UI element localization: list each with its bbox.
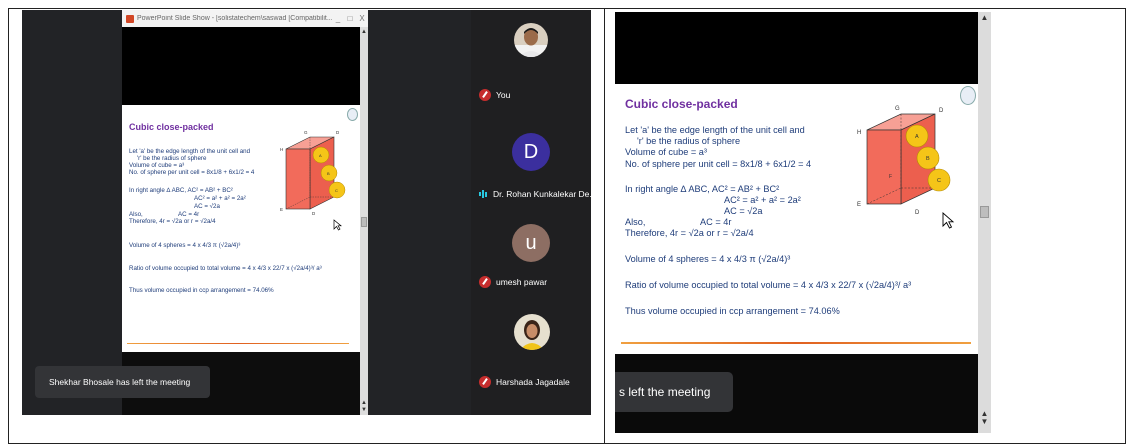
scroll-down-arrow[interactable]: ▼ xyxy=(360,407,368,413)
participant-name: Harshada Jagadale xyxy=(496,377,570,387)
participant-photo-icon xyxy=(514,23,548,57)
slide-title: Cubic close-packed xyxy=(129,122,214,132)
slide-line: Let 'a' be the edge length of the unit c… xyxy=(625,125,805,135)
speaking-indicator-icon xyxy=(479,189,489,199)
scroll-up-arrow[interactable]: ▲ xyxy=(978,410,991,418)
avatar: D xyxy=(512,133,550,171)
svg-text:D: D xyxy=(915,210,920,216)
slide-line: Ratio of volume occupied to total volume… xyxy=(625,280,912,290)
slide-line: Therefore, 4r = √2a or r = √2a/4 xyxy=(129,218,216,225)
notification-text: s left the meeting xyxy=(619,385,711,399)
svg-text:G: G xyxy=(895,106,900,112)
scroll-thumb[interactable] xyxy=(980,206,989,218)
scroll-down-arrow[interactable]: ▼ xyxy=(978,418,991,426)
participants-panel: You D Dr. Rohan Kunkalekar De... u umesh… xyxy=(471,10,591,415)
scroll-up-arrow[interactable]: ▲ xyxy=(360,29,368,35)
minimize-button[interactable]: _ xyxy=(332,14,344,23)
slide-line: Thus volume occupied in ccp arrangement … xyxy=(129,287,274,294)
ccp-cube-diagram: G H D E D A B C xyxy=(280,130,346,216)
window-title: PowerPoint Slide Show - [solistatechem\s… xyxy=(137,15,332,22)
svg-text:D: D xyxy=(939,108,944,114)
slide-line: AC² = a² + a² = 2a² xyxy=(724,195,801,205)
close-button[interactable]: X xyxy=(356,14,368,23)
slide-footer-bar xyxy=(127,343,349,344)
slide-content: Cubic close-packed Let 'a' be the edge l… xyxy=(122,105,360,352)
svg-text:A: A xyxy=(915,134,919,140)
svg-text:A: A xyxy=(319,153,322,158)
svg-text:G: G xyxy=(304,130,308,135)
avatar xyxy=(514,23,548,57)
vertical-scrollbar[interactable]: ▲ ▲ ▼ xyxy=(360,27,368,415)
slide-line: AC² = a² + a² = 2a² xyxy=(194,195,246,202)
right-meeting-notification: s left the meeting xyxy=(615,372,733,412)
participant-photo-icon xyxy=(514,314,550,350)
slide-footer-bar xyxy=(621,342,971,344)
slide-line: In right angle ∆ ABC, AC² = AB² + BC² xyxy=(625,184,780,194)
slide-line: AC = √2a xyxy=(724,206,763,216)
vertical-scrollbar[interactable]: ▲ ▲ ▼ xyxy=(978,12,991,433)
powerpoint-slideshow-window[interactable]: PowerPoint Slide Show - [solistatechem\s… xyxy=(122,10,368,415)
ccp-cube-diagram: G H D F E D A B C xyxy=(857,106,951,216)
slide-title: Cubic close-packed xyxy=(625,97,738,111)
mic-muted-icon xyxy=(479,376,491,388)
slide-line: Ratio of volume occupied to total volume… xyxy=(129,265,322,272)
slide-line: AC = √2a xyxy=(194,203,220,210)
powerpoint-icon xyxy=(126,14,134,23)
svg-text:D: D xyxy=(336,130,340,135)
participant-name: Dr. Rohan Kunkalekar De... xyxy=(493,189,591,199)
left-meeting-screenshot: PowerPoint Slide Show - [solistatechem\s… xyxy=(22,10,591,415)
participant-name: You xyxy=(496,90,511,100)
avatar: u xyxy=(512,224,550,262)
slide-line: Volume of 4 spheres = 4 x 4/3 π (√2a/4)³ xyxy=(625,254,791,264)
participant-name: umesh pawar xyxy=(496,277,548,287)
svg-text:D: D xyxy=(312,211,316,216)
svg-text:E: E xyxy=(857,202,861,208)
scroll-up-arrow[interactable]: ▲ xyxy=(978,14,991,22)
svg-text:B: B xyxy=(926,156,930,162)
participant-row[interactable]: Harshada Jagadale xyxy=(479,376,570,388)
slide-line: 'r' be the radius of sphere xyxy=(637,136,741,146)
mouse-cursor-icon xyxy=(942,212,955,229)
participant-row[interactable]: umesh pawar xyxy=(479,276,547,288)
mic-muted-icon xyxy=(479,276,491,288)
window-titlebar[interactable]: PowerPoint Slide Show - [solistatechem\s… xyxy=(122,10,368,27)
slide-line: No. of sphere per unit cell = 8x1/8 + 6x… xyxy=(129,169,255,176)
avatar xyxy=(514,314,550,350)
participant-row[interactable]: You xyxy=(479,89,510,101)
svg-text:H: H xyxy=(280,147,283,152)
slide-content-zoomed: Cubic close-packed Let 'a' be the edge l… xyxy=(615,84,978,354)
svg-text:E: E xyxy=(280,207,283,212)
slide-line: No. of sphere per unit cell = 8x1/8 + 6x… xyxy=(625,159,812,169)
svg-text:B: B xyxy=(327,171,330,176)
participant-row[interactable]: Dr. Rohan Kunkalekar De... xyxy=(479,189,591,199)
svg-text:C: C xyxy=(335,188,338,193)
mouse-cursor-icon xyxy=(333,219,342,231)
slide-line: Volume of 4 spheres = 4 x 4/3 π (√2a/4)³ xyxy=(129,242,241,249)
slide-line: Therefore, 4r = √2a or r = √2a/4 xyxy=(625,228,754,238)
maximize-button[interactable]: □ xyxy=(344,14,356,23)
left-meeting-notification: Shekhar Bhosale has left the meeting xyxy=(35,366,210,398)
svg-text:H: H xyxy=(857,130,861,136)
slide-line: Also, xyxy=(625,217,646,227)
svg-text:F: F xyxy=(889,174,892,180)
slide-line: Volume of cube = a³ xyxy=(625,147,707,157)
scroll-thumb[interactable] xyxy=(361,217,367,227)
svg-text:C: C xyxy=(937,178,941,184)
scroll-up-arrow[interactable]: ▲ xyxy=(360,400,368,406)
mic-muted-icon xyxy=(479,89,491,101)
right-meeting-screenshot: Cubic close-packed Let 'a' be the edge l… xyxy=(615,12,991,433)
slide-top-margin xyxy=(615,12,978,84)
slide-line: AC = 4r xyxy=(700,217,732,227)
slide-line: Thus volume occupied in ccp arrangement … xyxy=(625,306,840,316)
notification-text: Shekhar Bhosale has left the meeting xyxy=(49,377,191,387)
slide-line: In right angle ∆ ABC, AC² = AB² + BC² xyxy=(129,187,233,194)
institute-logo xyxy=(347,108,358,121)
panel-divider xyxy=(604,8,605,444)
slide-top-margin xyxy=(122,27,360,105)
